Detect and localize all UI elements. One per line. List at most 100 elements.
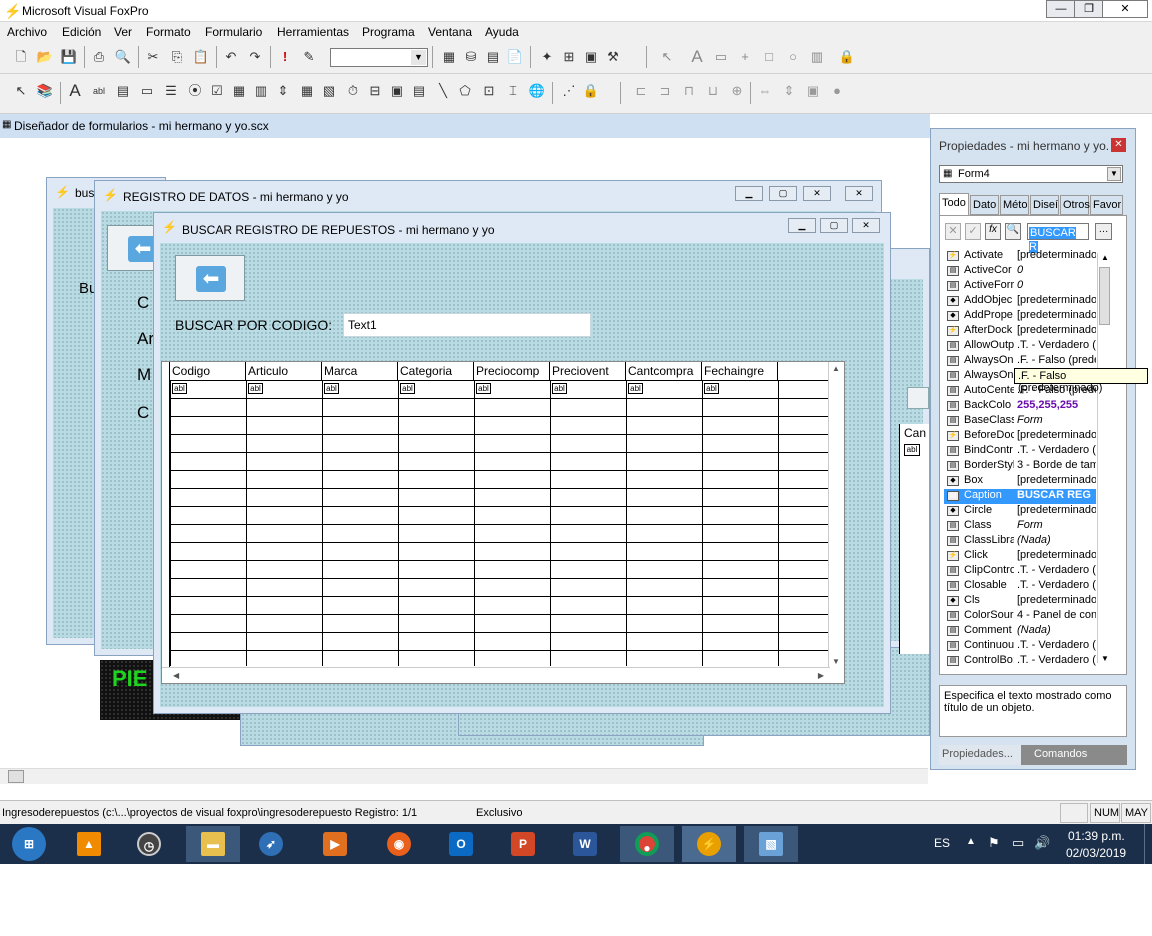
ole-container-icon[interactable]: ▣ (388, 82, 406, 100)
property-row[interactable]: ▤ ClipContro .T. - Verdadero (p (944, 564, 1096, 579)
label-tool-icon[interactable]: A (688, 48, 706, 66)
same-width-icon[interactable]: ⇔ (756, 82, 774, 100)
textbox-icon[interactable]: abl (90, 82, 108, 100)
property-row[interactable]: ⚡ AfterDock [predeterminado] (944, 324, 1096, 339)
word-icon[interactable]: W (558, 826, 612, 862)
vlc-icon[interactable]: ▲ (62, 826, 116, 862)
new-file-icon[interactable]: 🗋 (12, 48, 30, 66)
property-row[interactable]: ⚡ BeforeDoc [predeterminado] (944, 429, 1096, 444)
editbox-icon[interactable]: ▤ (114, 82, 132, 100)
property-row[interactable]: ▤ Class Form (944, 519, 1096, 534)
undo-icon[interactable]: ↶ (222, 48, 240, 66)
hyperlink-icon[interactable]: 🌐 (528, 82, 546, 100)
function-icon[interactable]: fx (985, 223, 1001, 240)
pointer-icon[interactable]: ↖ (658, 48, 676, 66)
accept-edit-icon[interactable]: ✓ (965, 223, 981, 240)
scrollbar-thumb[interactable] (8, 770, 24, 783)
grid-cell-placeholder[interactable]: abl (248, 383, 263, 394)
foxpro-icon[interactable]: ⚡ (682, 826, 736, 862)
bring-front-icon[interactable]: ▣ (804, 82, 822, 100)
tab-comandos[interactable]: Comandos (1034, 748, 1087, 760)
property-row[interactable]: ▤ AlwaysOn.F. - Falso (prede (944, 354, 1096, 369)
textbox-tool-icon[interactable]: ▭ (712, 48, 730, 66)
property-row[interactable]: ▤ ControlBo: .T. - Verdadero (p (944, 654, 1096, 669)
grid-header-cell[interactable]: Preciovent (550, 362, 626, 380)
results-grid[interactable]: Codigo abl Articulo abl Marca abl Categoria abl… (161, 361, 845, 684)
separator-icon[interactable]: ⌶ (504, 82, 522, 100)
command-group-icon[interactable]: ☰ (162, 82, 180, 100)
properties-close-button[interactable]: ✕ (1111, 138, 1126, 152)
menu-formato[interactable]: Formato (146, 25, 191, 39)
wizard-icon[interactable]: ✦ (538, 48, 556, 66)
volume-icon[interactable]: 🔊 (1034, 835, 1050, 851)
send-back-icon[interactable]: ● (828, 82, 846, 100)
spinner-icon[interactable]: ⇕ (274, 82, 292, 100)
grid-cell-placeholder[interactable]: abl (324, 383, 339, 394)
property-row[interactable]: ◆ Circle [predeterminado] (944, 504, 1096, 519)
clock-icon[interactable]: ◷ (122, 826, 176, 862)
center-icon[interactable]: ⊕ (728, 82, 746, 100)
property-row[interactable]: ⚡ Click [predeterminado] (944, 549, 1096, 564)
scrollbar-thumb[interactable] (1099, 267, 1110, 325)
combobox-icon[interactable]: ▦ (230, 82, 248, 100)
properties-scrollbar[interactable]: ▲ ▼ (1097, 253, 1111, 663)
property-row[interactable]: ▤ Closable .T. - Verdadero (p (944, 579, 1096, 594)
rectangle-tool-icon[interactable]: □ (760, 48, 778, 66)
grid-vertical-scrollbar[interactable]: ▲ ▼ (828, 362, 844, 668)
scroll-up-icon[interactable]: ▲ (1101, 253, 1109, 262)
maximize-button[interactable]: ▢ (820, 218, 848, 233)
firefox-icon[interactable]: ◉ (372, 826, 426, 862)
close-button-2[interactable]: ✕ (845, 186, 873, 201)
show-desktop-button[interactable] (1144, 824, 1152, 864)
search-input[interactable]: Text1 (343, 313, 591, 337)
menu-ayuda[interactable]: Ayuda (485, 25, 519, 39)
grid-cell-placeholder[interactable]: abl (704, 383, 719, 394)
clock-date[interactable]: 02/03/2019 (1066, 846, 1126, 860)
property-row[interactable]: ▤ AllowOutp .T. - Verdadero (p (944, 339, 1096, 354)
scroll-left-icon[interactable]: ◀ (173, 671, 179, 680)
property-row[interactable]: ◆ Cls [predeterminado] (944, 594, 1096, 609)
tab-otros[interactable]: Otros (1060, 195, 1090, 215)
flag-icon[interactable]: ⚑ (988, 835, 1000, 851)
ole-bound-icon[interactable]: ▤ (410, 82, 428, 100)
grid-cell-placeholder[interactable]: abl (400, 383, 415, 394)
checkbox-icon[interactable]: ☑ (208, 82, 226, 100)
cancel-edit-icon[interactable]: ✕ (945, 223, 961, 240)
property-row[interactable]: ▤ Continuou .T. - Verdadero (p (944, 639, 1096, 654)
line-tool-icon[interactable]: + (736, 48, 754, 66)
grid-cell-placeholder[interactable]: abl (172, 383, 187, 394)
clock-time[interactable]: 01:39 p.m. (1068, 829, 1125, 843)
layout-icon[interactable]: ⊞ (560, 48, 578, 66)
grid-cell-placeholder[interactable]: abl (552, 383, 567, 394)
listbox-icon[interactable]: ▥ (252, 82, 270, 100)
tools-icon[interactable]: ⚒ (604, 48, 622, 66)
builder-lock-icon[interactable]: ⋰ (560, 82, 578, 100)
show-hidden-icons-icon[interactable]: ▲ (966, 836, 976, 847)
grid-horizontal-scrollbar[interactable]: ◀ ▶ (162, 667, 830, 683)
circle-tool-icon[interactable]: ○ (784, 48, 802, 66)
tab-diseno[interactable]: Diseí (1030, 195, 1059, 215)
property-row[interactable]: ▤ BackColo 255,255,255 (944, 399, 1096, 414)
grid-header-cell[interactable]: Codigo (170, 362, 246, 380)
data-env-icon[interactable]: ⛁ (462, 48, 480, 66)
workspace-hscrollbar[interactable] (0, 768, 928, 784)
paste-icon[interactable]: 📋 (192, 48, 210, 66)
option-group-icon[interactable]: ⦿ (186, 82, 204, 100)
close-button[interactable]: ✕ (803, 186, 831, 201)
same-height-icon[interactable]: ⇕ (780, 82, 798, 100)
menu-formulario[interactable]: Formulario (205, 25, 262, 39)
menu-archivo[interactable]: Archivo (7, 25, 47, 39)
property-row[interactable]: ▤ BaseClass Form (944, 414, 1096, 429)
grid-header-cell[interactable]: Cantcompra (626, 362, 702, 380)
grid-icon[interactable]: ▦ (298, 82, 316, 100)
restore-button[interactable]: ❐ (1074, 0, 1104, 18)
powerpoint-icon[interactable]: P (496, 826, 550, 862)
property-row[interactable]: ▤ BorderStyl 3 - Borde de tam (944, 459, 1096, 474)
minimize-button[interactable]: ▁ (735, 186, 763, 201)
outlook-icon[interactable]: O (434, 826, 488, 862)
scroll-down-icon[interactable]: ▼ (832, 657, 840, 666)
palette-icon[interactable]: ▣ (582, 48, 600, 66)
grid-header-cell[interactable]: Fechaingre (702, 362, 778, 380)
menu-edicion[interactable]: Edición (62, 25, 101, 39)
grid-header-cell[interactable]: Articulo (246, 362, 322, 380)
